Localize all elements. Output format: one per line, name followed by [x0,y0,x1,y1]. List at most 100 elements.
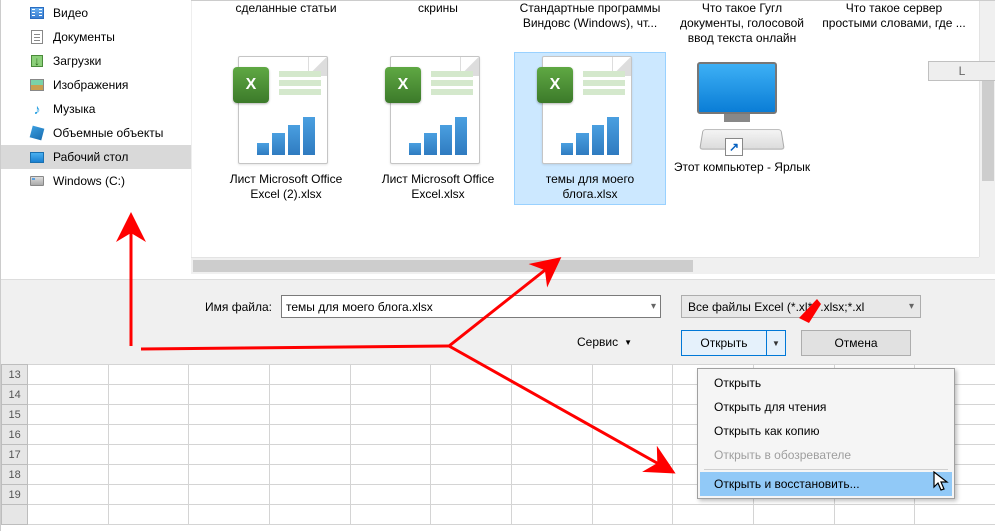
cell[interactable] [189,485,270,505]
cell[interactable] [28,365,109,385]
cell[interactable] [512,445,593,465]
cancel-button[interactable]: Отмена [801,330,911,356]
cell[interactable] [189,405,270,425]
cell[interactable] [108,425,189,445]
cell[interactable] [431,465,512,485]
column-header[interactable]: L [928,61,995,81]
cell[interactable] [108,465,189,485]
open-split-button[interactable]: Открыть ▼ [681,330,786,356]
cell[interactable] [350,385,431,405]
cell[interactable] [108,445,189,465]
cell[interactable] [431,505,512,525]
row-header[interactable]: 18 [2,465,28,485]
cell[interactable] [28,465,109,485]
folder-label[interactable]: Что такое сервер простыми словами, где .… [818,1,970,46]
cell[interactable] [834,505,915,525]
sidebar-item-images[interactable]: Изображения [1,73,191,97]
filetype-dropdown[interactable]: Все файлы Excel (*.xl*;*.xlsx;*.xl ▾ [681,295,921,318]
sidebar-item-documents[interactable]: Документы [1,25,191,49]
cell[interactable] [108,505,189,525]
cell[interactable] [350,405,431,425]
cell[interactable] [592,445,673,465]
cell[interactable] [270,425,351,445]
row-header[interactable]: 14 [2,385,28,405]
row-header[interactable] [2,505,28,525]
filename-input[interactable]: темы для моего блога.xlsx ▾ [281,295,661,318]
horizontal-scrollbar[interactable] [191,257,979,274]
cell[interactable] [270,445,351,465]
cell[interactable] [28,485,109,505]
cell[interactable] [673,505,754,525]
cell[interactable] [189,505,270,525]
chevron-down-icon[interactable]: ▾ [651,301,656,312]
dropdown-item[interactable]: Открыть и восстановить... [700,472,952,496]
cell[interactable] [431,405,512,425]
cell[interactable] [512,405,593,425]
open-dropdown-arrow[interactable]: ▼ [767,331,785,355]
sidebar-item-downloads[interactable]: Загрузки [1,49,191,73]
service-dropdown[interactable]: Сервис ▼ [577,335,632,349]
cell[interactable] [431,425,512,445]
cell[interactable] [512,465,593,485]
cell[interactable] [270,365,351,385]
file-list-area[interactable]: сделанные статьи скрины Стандартные прог… [191,1,977,257]
cell[interactable] [189,465,270,485]
dropdown-item[interactable]: Открыть [700,371,952,395]
file-item[interactable]: X Лист Microsoft Office Excel (2).xlsx [210,52,362,205]
cell[interactable] [512,385,593,405]
cell[interactable] [350,425,431,445]
cell[interactable] [592,365,673,385]
cell[interactable] [28,425,109,445]
sidebar-item-music[interactable]: ♪Музыка [1,97,191,121]
dropdown-item[interactable]: Открыть как копию [700,419,952,443]
cell[interactable] [108,385,189,405]
cell[interactable] [108,485,189,505]
cell[interactable] [592,405,673,425]
cell[interactable] [189,445,270,465]
cell[interactable] [270,505,351,525]
cell[interactable] [592,485,673,505]
cell[interactable] [915,505,995,525]
cell[interactable] [350,505,431,525]
row-header[interactable]: 19 [2,485,28,505]
folder-label[interactable]: Стандартные программы Виндовс (Windows),… [514,1,666,46]
folder-label[interactable]: сделанные статьи [210,1,362,46]
row-header[interactable]: 13 [2,365,28,385]
row-header[interactable]: 15 [2,405,28,425]
cell[interactable] [189,425,270,445]
row-header[interactable]: 16 [2,425,28,445]
cell[interactable] [431,445,512,465]
cell[interactable] [270,385,351,405]
cell[interactable] [431,385,512,405]
open-button[interactable]: Открыть [682,331,767,355]
cell[interactable] [350,445,431,465]
vertical-scrollbar[interactable] [979,1,995,257]
cell[interactable] [28,445,109,465]
cell[interactable] [270,405,351,425]
folder-label[interactable]: скрины [362,1,514,46]
cell[interactable] [592,505,673,525]
cell[interactable] [431,485,512,505]
sidebar-item-3d[interactable]: Объемные объекты [1,121,191,145]
cell[interactable] [350,365,431,385]
sidebar-item-drive-c[interactable]: Windows (C:) [1,169,191,193]
sidebar-item-desktop[interactable]: Рабочий стол [1,145,191,169]
dropdown-item[interactable]: Открыть для чтения [700,395,952,419]
cell[interactable] [350,465,431,485]
cell[interactable] [270,485,351,505]
cell[interactable] [350,485,431,505]
cell[interactable] [270,465,351,485]
file-item[interactable]: X темы для моего блога.xlsx [514,52,666,205]
row-header[interactable]: 17 [2,445,28,465]
cell[interactable] [592,465,673,485]
cell[interactable] [28,505,109,525]
folder-label[interactable]: Что такое Гугл документы, голосовой ввод… [666,1,818,46]
cell[interactable] [753,505,834,525]
cell[interactable] [592,425,673,445]
cell[interactable] [189,365,270,385]
cell[interactable] [189,385,270,405]
cell[interactable] [512,425,593,445]
cell[interactable] [108,405,189,425]
cell[interactable] [512,485,593,505]
file-item[interactable]: X Лист Microsoft Office Excel.xlsx [362,52,514,205]
